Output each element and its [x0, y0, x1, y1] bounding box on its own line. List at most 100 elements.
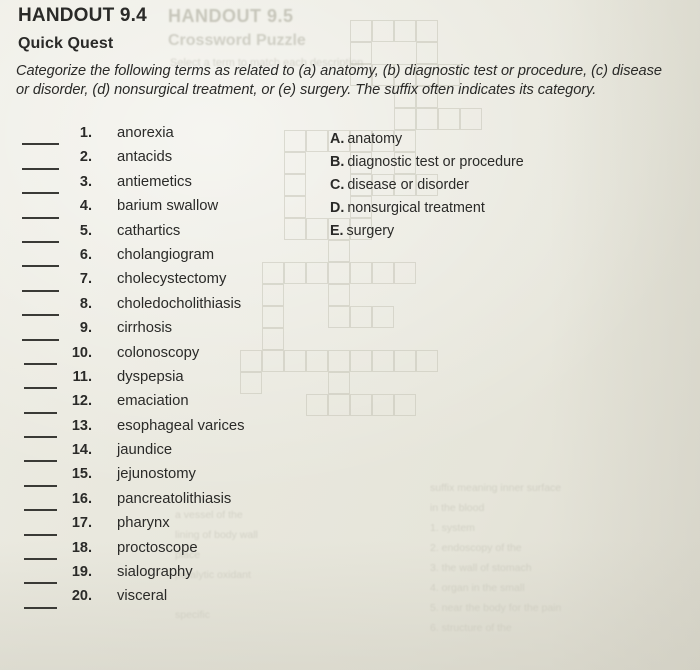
term-row: 2. antacids: [0, 148, 300, 172]
term-number: 3.: [79, 173, 92, 190]
term-row: 16. pancreatolithiasis: [0, 490, 300, 514]
answer-blank-input[interactable]: [24, 362, 57, 365]
term-label: choledocholithiasis: [117, 295, 242, 312]
term-row: 15. jejunostomy: [0, 465, 300, 489]
answer-blank-input[interactable]: [24, 387, 57, 390]
term-label: cirrhosis: [117, 320, 173, 337]
option-letter: B.: [330, 154, 345, 170]
term-label: dyspepsia: [117, 368, 184, 385]
answer-blank-input[interactable]: [24, 436, 57, 439]
term-label: pancreatolithiasis: [117, 490, 232, 507]
answer-blank-input[interactable]: [22, 192, 59, 195]
option-label: diagnostic test or procedure: [347, 154, 524, 170]
answer-blank-input[interactable]: [24, 582, 57, 585]
term-row: 12. emaciation: [0, 392, 300, 416]
term-number: 8.: [79, 295, 92, 312]
term-label: emaciation: [117, 393, 189, 410]
handout-label: HANDOUT 9.4: [18, 5, 147, 26]
term-label: colonoscopy: [117, 344, 200, 361]
term-number: 15.: [71, 466, 92, 483]
answer-blank-input[interactable]: [24, 606, 57, 609]
term-label: antacids: [117, 149, 173, 166]
term-number: 9.: [79, 320, 92, 337]
option-label: disease or disorder: [347, 177, 469, 193]
term-number: 18.: [71, 539, 92, 556]
term-row: 20. visceral: [0, 587, 300, 611]
option-letter: A.: [330, 131, 345, 147]
answer-blank-input[interactable]: [22, 216, 59, 219]
answer-key-options: A. anatomy B. diagnostic test or procedure C…: [330, 131, 524, 246]
term-label: antiemetics: [117, 173, 192, 190]
term-list: 1. anorexia 2. antacids 3. antiemetics 4. bariu…: [0, 124, 300, 612]
term-row: 1. anorexia: [0, 124, 300, 148]
answer-option: A. anatomy: [330, 131, 524, 154]
term-row: 6. cholangiogram: [0, 246, 300, 270]
answer-blank-input[interactable]: [24, 484, 57, 487]
answer-blank-input[interactable]: [22, 240, 59, 243]
term-label: cholangiogram: [117, 246, 215, 263]
answer-option: E. surgery: [330, 223, 524, 246]
term-number: 12.: [71, 393, 92, 410]
worksheet-title: Quick Quest: [18, 35, 114, 52]
term-label: jejunostomy: [117, 466, 196, 483]
term-row: 5. cathartics: [0, 222, 300, 246]
term-number: 11.: [72, 368, 92, 385]
term-row: 18. proctoscope: [0, 539, 300, 563]
answer-blank-input[interactable]: [22, 289, 59, 292]
instructions-text: Categorize the following terms as relate…: [16, 63, 662, 98]
term-row: 19. sialography: [0, 563, 300, 587]
term-row: 17. pharynx: [0, 514, 300, 538]
answer-blank-input[interactable]: [22, 143, 59, 146]
answer-blank-input[interactable]: [22, 314, 59, 317]
term-number: 20.: [71, 588, 92, 605]
option-letter: D.: [330, 200, 345, 216]
term-row: 3. antiemetics: [0, 173, 300, 197]
answer-blank-input[interactable]: [22, 265, 59, 268]
term-number: 14.: [71, 442, 92, 459]
term-number: 4.: [79, 198, 92, 215]
term-number: 16.: [71, 490, 92, 507]
option-label: surgery: [346, 223, 395, 239]
answer-blank-input[interactable]: [24, 509, 57, 512]
term-label: cathartics: [117, 222, 181, 239]
answer-option: B. diagnostic test or procedure: [330, 154, 524, 177]
term-row: 7. cholecystectomy: [0, 270, 300, 294]
term-label: jaundice: [117, 442, 173, 459]
term-number: 13.: [71, 417, 92, 434]
term-row: 4. barium swallow: [0, 197, 300, 221]
answer-blank-input[interactable]: [24, 411, 57, 414]
term-row: 10. colonoscopy: [0, 344, 300, 368]
term-number: 2.: [79, 149, 92, 166]
answer-blank-input[interactable]: [24, 533, 57, 536]
term-label: esophageal varices: [117, 417, 245, 434]
answer-option: D. nonsurgical treatment: [330, 200, 524, 223]
answer-blank-input[interactable]: [22, 338, 59, 341]
term-row: 13. esophageal varices: [0, 417, 300, 441]
worksheet-content: HANDOUT 9.4 Quick Quest Categorize the f…: [0, 0, 700, 670]
term-label: pharynx: [117, 515, 170, 532]
term-number: 10.: [71, 344, 92, 361]
term-number: 1.: [79, 125, 92, 141]
term-label: barium swallow: [117, 198, 219, 215]
option-label: nonsurgical treatment: [347, 200, 485, 216]
term-row: 11. dyspepsia: [0, 368, 300, 392]
term-number: 7.: [79, 271, 92, 288]
term-number: 6.: [79, 246, 92, 263]
answer-blank-input[interactable]: [24, 558, 57, 561]
term-number: 19.: [71, 564, 92, 581]
answer-option: C. disease or disorder: [330, 177, 524, 200]
answer-blank-input[interactable]: [24, 460, 57, 463]
answer-blank-input[interactable]: [22, 167, 59, 170]
term-row: 14. jaundice: [0, 441, 300, 465]
term-label: anorexia: [117, 125, 174, 141]
term-number: 17.: [71, 515, 92, 532]
term-number: 5.: [79, 222, 92, 239]
term-label: sialography: [117, 564, 193, 581]
term-label: cholecystectomy: [117, 271, 227, 288]
term-label: visceral: [117, 588, 168, 605]
term-label: proctoscope: [117, 539, 198, 556]
option-letter: E.: [330, 223, 344, 239]
option-label: anatomy: [347, 131, 403, 147]
term-row: 8. choledocholithiasis: [0, 295, 300, 319]
term-row: 9. cirrhosis: [0, 319, 300, 343]
